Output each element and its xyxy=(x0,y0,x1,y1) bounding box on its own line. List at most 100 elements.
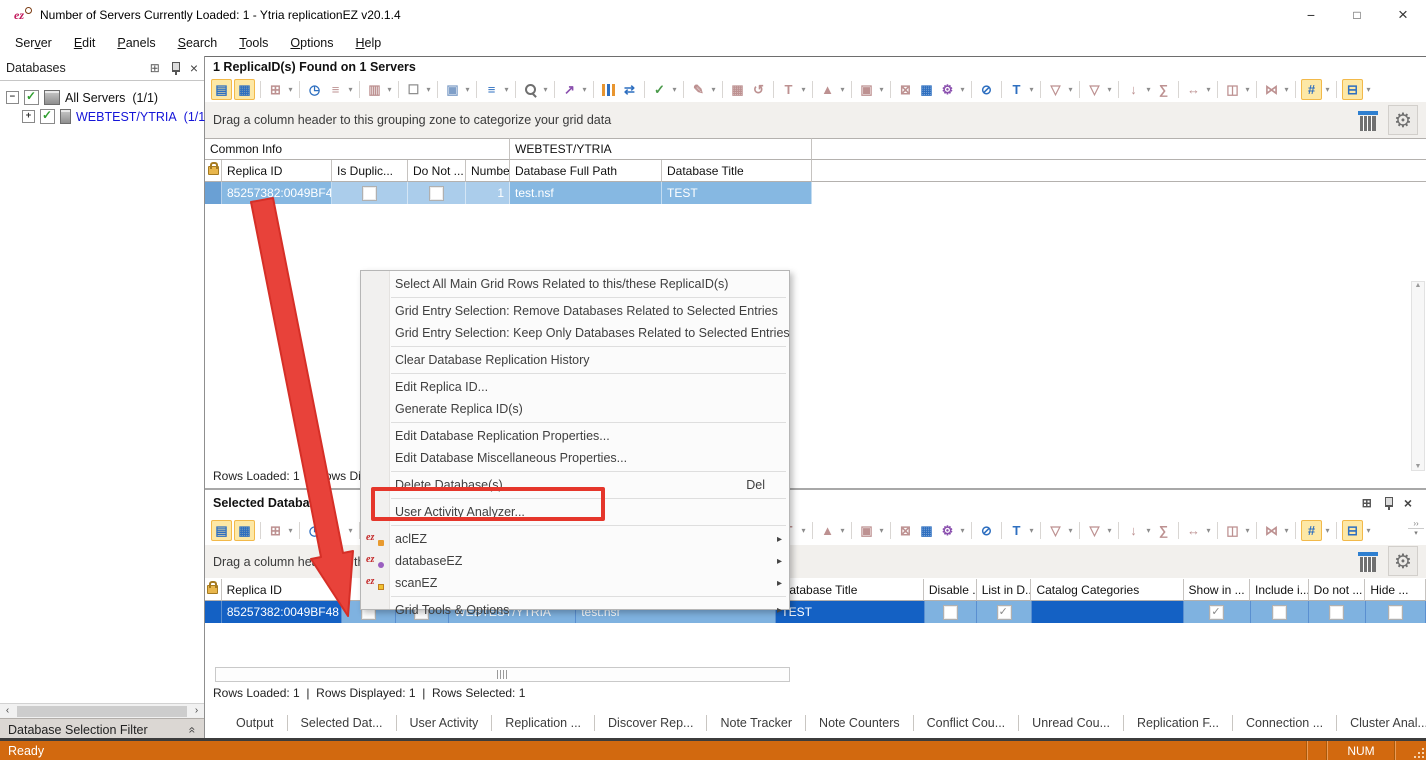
column-header-hide[interactable]: Hide ... xyxy=(1365,579,1426,601)
sort-icon[interactable]: ↓ xyxy=(1124,80,1143,99)
dropdown-arrow-icon[interactable] xyxy=(877,521,886,540)
bottom-tab[interactable]: Output xyxy=(223,716,287,730)
font-format-icon[interactable]: T xyxy=(1007,80,1026,99)
edit-values-icon[interactable]: ✎ xyxy=(689,80,708,99)
bottom-tab[interactable]: Cluster Anal... xyxy=(1337,716,1426,730)
row-numbers-icon[interactable]: # xyxy=(1301,520,1322,541)
pin-icon[interactable] xyxy=(170,61,181,75)
dropdown-arrow-icon[interactable] xyxy=(877,80,886,99)
expand-panel-icon[interactable] xyxy=(1361,497,1373,509)
band-split-icon[interactable]: ⊟ xyxy=(1342,520,1363,541)
cell-is-duplicate[interactable] xyxy=(332,182,408,204)
bottom-tab[interactable]: Discover Rep... xyxy=(595,716,706,730)
validate-icon[interactable]: ✓ xyxy=(650,80,669,99)
menu-bar-item[interactable]: Panels xyxy=(106,36,166,50)
bottom-tab[interactable]: Replication ... xyxy=(492,716,594,730)
context-menu-item[interactable]: aclEZ xyxy=(361,528,789,550)
column-header-catalog-categories[interactable]: Catalog Categories xyxy=(1031,579,1183,601)
cell-disable[interactable] xyxy=(925,601,978,623)
dropdown-arrow-icon[interactable] xyxy=(1243,521,1252,540)
schedule-refresh-icon[interactable]: ▦ xyxy=(917,80,936,99)
bottom-tab[interactable]: Connection ... xyxy=(1233,716,1336,730)
pyramid-chart-icon[interactable]: ▲ xyxy=(818,80,837,99)
totals-icon[interactable]: ∑ xyxy=(1154,521,1173,540)
close-panel-icon[interactable] xyxy=(1404,495,1412,511)
dropdown-arrow-icon[interactable] xyxy=(424,80,433,99)
dropdown-arrow-icon[interactable] xyxy=(709,80,718,99)
hide-checkbox[interactable] xyxy=(1388,605,1403,620)
merge-join-icon[interactable]: ⋈ xyxy=(1262,521,1281,540)
close-panel-icon[interactable] xyxy=(190,60,198,76)
dropdown-arrow-icon[interactable] xyxy=(1105,80,1114,99)
is-duplicate-checkbox[interactable] xyxy=(362,186,377,201)
column-header-do-not[interactable]: Do not ... xyxy=(1309,579,1366,601)
grid2-horizontal-scrollbar[interactable] xyxy=(215,667,790,682)
column-header-number[interactable]: Number... xyxy=(466,160,510,182)
freeze-panes-icon[interactable]: ◷ xyxy=(305,521,324,540)
dropdown-arrow-icon[interactable] xyxy=(1204,80,1213,99)
schedule-refresh-icon[interactable]: ▦ xyxy=(917,521,936,540)
lock-column-header[interactable] xyxy=(205,160,222,182)
tree-item-webtest-ytria[interactable]: WEBTEST/YTRIA (1/1) xyxy=(0,107,204,126)
lock-column-header[interactable] xyxy=(205,579,222,601)
cell-do-not[interactable] xyxy=(1309,601,1366,623)
view-rows-icon[interactable]: ▤ xyxy=(211,79,232,100)
dropdown-arrow-icon[interactable] xyxy=(958,80,967,99)
dropdown-arrow-icon[interactable] xyxy=(346,80,355,99)
context-menu-item[interactable]: databaseEZ xyxy=(361,550,789,572)
list-in-db-checkbox[interactable] xyxy=(997,605,1012,620)
pin-icon[interactable] xyxy=(1383,496,1394,510)
context-menu-item[interactable]: Grid Entry Selection: Keep Only Database… xyxy=(361,322,789,344)
column-header-full-path[interactable]: Database Full Path xyxy=(510,160,662,182)
no-refresh-icon[interactable]: ⊘ xyxy=(977,80,996,99)
cell-database-title[interactable]: TEST xyxy=(776,601,924,623)
dropdown-arrow-icon[interactable] xyxy=(1066,80,1075,99)
column-width-icon[interactable]: ↔ xyxy=(1184,80,1203,99)
chart-icon[interactable] xyxy=(599,80,618,99)
dropdown-arrow-icon[interactable] xyxy=(385,80,394,99)
totals-icon[interactable]: ∑ xyxy=(1154,80,1173,99)
do-not-checkbox[interactable] xyxy=(1329,605,1344,620)
dropdown-arrow-icon[interactable] xyxy=(286,521,295,540)
scroll-right-icon[interactable]: › xyxy=(189,704,204,718)
filter-check-icon[interactable]: ▽ xyxy=(1085,521,1104,540)
search-icon[interactable] xyxy=(521,80,540,99)
row-layout-icon[interactable]: ▥ xyxy=(365,80,384,99)
cell-replica-id[interactable]: 85257382:0049BF48 xyxy=(222,182,332,204)
dropdown-arrow-icon[interactable] xyxy=(1282,80,1291,99)
column-header-show-in[interactable]: Show in ... xyxy=(1184,579,1250,601)
column-header-do-not[interactable]: Do Not ... xyxy=(408,160,466,182)
context-menu-item[interactable]: Grid Entry Selection: Remove Databases R… xyxy=(361,300,789,322)
scroll-up-icon[interactable] xyxy=(1415,282,1422,289)
dropdown-arrow-icon[interactable] xyxy=(838,521,847,540)
view-grid-icon[interactable]: ▦ xyxy=(234,520,255,541)
grid-lines-icon[interactable]: ▦ xyxy=(728,80,747,99)
scroll-down-icon[interactable] xyxy=(1415,463,1422,470)
filter-text-icon[interactable]: ▽ xyxy=(1046,80,1065,99)
grid1-vertical-scrollbar[interactable] xyxy=(1411,281,1425,471)
context-menu-item[interactable]: scanEZ xyxy=(361,572,789,594)
dropdown-arrow-icon[interactable] xyxy=(463,80,472,99)
bottom-tab[interactable]: Unread Cou... xyxy=(1019,716,1123,730)
dropdown-arrow-icon[interactable] xyxy=(1027,80,1036,99)
all-servers-checkbox[interactable] xyxy=(24,90,39,105)
context-menu-item[interactable]: Edit Database Miscellaneous Properties..… xyxy=(361,447,789,469)
gear-settings-button[interactable] xyxy=(1388,105,1418,135)
dropdown-arrow-icon[interactable] xyxy=(1204,521,1213,540)
menu-bar-item[interactable]: Tools xyxy=(228,36,279,50)
dropdown-arrow-icon[interactable] xyxy=(541,80,550,99)
share-icon[interactable]: ↗ xyxy=(560,80,579,99)
filter-text-icon[interactable]: ▽ xyxy=(1046,521,1065,540)
sort-icon[interactable]: ↓ xyxy=(1124,521,1143,540)
column-header-list-in-db[interactable]: List in D... xyxy=(977,579,1032,601)
band-split-icon[interactable]: ⊟ xyxy=(1342,79,1363,100)
cell-database-title[interactable]: TEST xyxy=(662,182,812,204)
column-width-icon[interactable]: ↔ xyxy=(1184,521,1203,540)
cell-replica-id[interactable]: 85257382:0049BF48 xyxy=(222,601,342,623)
menu-bar-item[interactable]: Server xyxy=(4,36,63,50)
tools-save-icon[interactable]: ⚙ xyxy=(938,80,957,99)
freeze-panes-icon[interactable]: ◷ xyxy=(305,80,324,99)
cell-full-path[interactable]: test.nsf xyxy=(510,182,662,204)
context-menu-item[interactable]: Generate Replica ID(s) xyxy=(361,398,789,420)
copy-icon[interactable]: ▣ xyxy=(443,80,462,99)
